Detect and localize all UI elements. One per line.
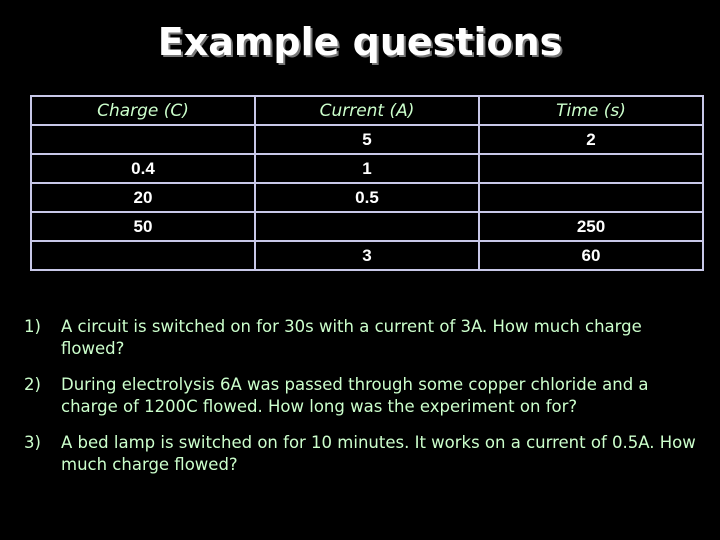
cell-current: 0.5 — [254, 182, 480, 213]
question-list: 1) A circuit is switched on for 30s with… — [24, 316, 704, 490]
cell-time: 250 — [478, 211, 704, 242]
table-row: 50 250 — [30, 211, 704, 242]
cell-charge: 50 — [30, 211, 256, 242]
question-item: 2) During electrolysis 6A was passed thr… — [24, 374, 704, 418]
header-current: Current (A) — [254, 95, 480, 126]
cell-current: 1 — [254, 153, 480, 184]
cell-current: 3 — [254, 240, 480, 271]
cell-time: 2 — [478, 124, 704, 155]
table-row: 0.4 1 — [30, 153, 704, 184]
question-text: During electrolysis 6A was passed throug… — [61, 375, 649, 416]
charge-current-time-table: Charge (C) Current (A) Time (s) 5 2 0.4 … — [30, 95, 704, 271]
cell-charge — [30, 124, 256, 155]
question-number: 1) — [24, 317, 41, 336]
cell-charge — [30, 240, 256, 271]
question-number: 2) — [24, 375, 41, 394]
cell-time — [478, 182, 704, 213]
question-number: 3) — [24, 433, 41, 452]
table-row: 3 60 — [30, 240, 704, 271]
header-charge: Charge (C) — [30, 95, 256, 126]
table-row: 20 0.5 — [30, 182, 704, 213]
cell-time: 60 — [478, 240, 704, 271]
cell-charge: 0.4 — [30, 153, 256, 184]
question-text: A circuit is switched on for 30s with a … — [61, 317, 642, 358]
page-title: Example questions — [157, 20, 563, 64]
header-time: Time (s) — [478, 95, 704, 126]
question-item: 1) A circuit is switched on for 30s with… — [24, 316, 704, 360]
question-text: A bed lamp is switched on for 10 minutes… — [61, 433, 696, 474]
cell-current — [254, 211, 480, 242]
question-item: 3) A bed lamp is switched on for 10 minu… — [24, 432, 704, 476]
cell-charge: 20 — [30, 182, 256, 213]
cell-current: 5 — [254, 124, 480, 155]
table-header-row: Charge (C) Current (A) Time (s) — [30, 95, 704, 126]
table-row: 5 2 — [30, 124, 704, 155]
cell-time — [478, 153, 704, 184]
